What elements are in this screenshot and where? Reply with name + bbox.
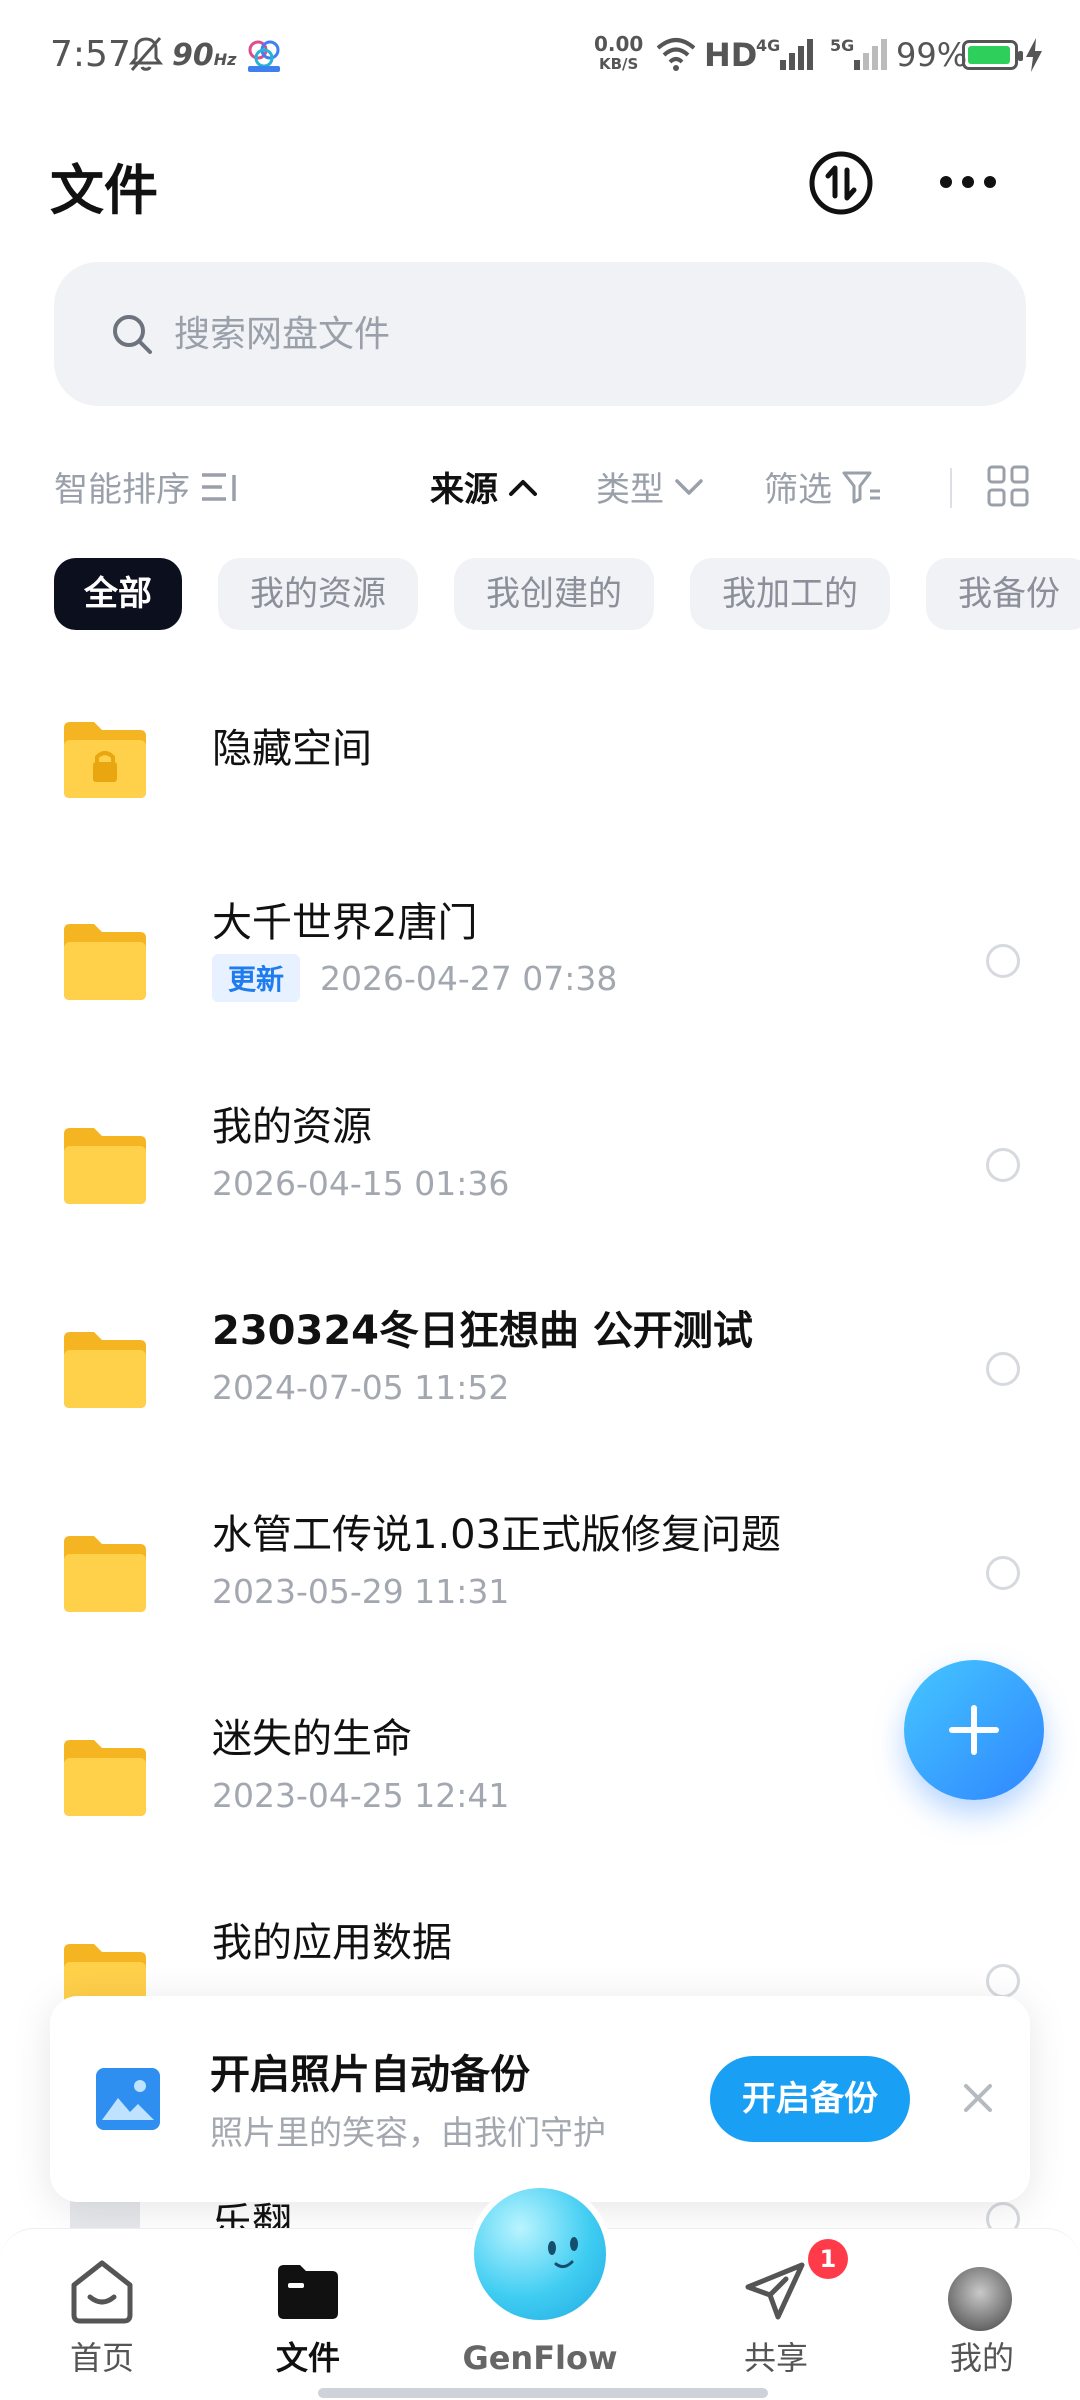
filter-button[interactable]: 筛选 [764,462,882,511]
nav-share-label: 共享 [743,2339,808,2377]
folder-icon [64,924,146,1000]
file-date: 2026-04-15 01:36 [212,1164,510,1203]
photo-icon [96,2068,160,2130]
nav-mine[interactable]: 我的 [902,2229,1062,2400]
file-row[interactable]: 水管工传说1.03正式版修复问题 2023-05-29 11:31 [0,1472,1080,1676]
signal-4g-icon: 4G [756,36,820,72]
select-checkbox[interactable] [986,944,1020,978]
wifi-icon [656,38,696,71]
nav-home[interactable]: 首页 [22,2229,182,2400]
file-name: 大千世界2唐门 [212,900,478,946]
file-row-hidden-space[interactable]: 隐藏空间 [0,660,1080,864]
nav-home-label: 首页 [69,2339,134,2377]
sort-button[interactable]: 智能排序 [54,462,242,511]
share-badge: 1 [808,2239,848,2279]
signal-5g-icon: 5G [830,36,894,72]
home-icon [71,2260,133,2324]
chip-processed[interactable]: 我加工的 [690,558,890,630]
grid-view-icon[interactable] [986,464,1030,508]
select-checkbox[interactable] [986,1148,1020,1182]
network-speed: 0.00 KB/S [594,32,644,73]
status-time: 7:57 [50,34,131,75]
search-icon [113,315,152,354]
type-label: 类型 [596,470,664,510]
sort-icon [202,472,236,501]
add-button[interactable] [904,1660,1044,1800]
search-box[interactable] [54,262,1026,406]
enable-backup-button[interactable]: 开启备份 [710,2056,910,2142]
backup-subtitle: 照片里的笑容，由我们守护 [210,2113,606,2152]
transfer-icon[interactable] [808,150,874,216]
nav-genflow-label: GenFlow [462,2339,618,2377]
file-row[interactable]: 我的资源 2026-04-15 01:36 [0,1064,1080,1268]
close-icon[interactable] [960,2080,996,2116]
bell-off-icon [128,37,164,71]
search-input[interactable] [174,302,954,366]
battery-icon [962,40,1023,70]
home-indicator[interactable] [318,2388,768,2398]
file-name: 隐藏空间 [212,726,372,772]
folder-icon [64,1128,146,1204]
plus-icon [949,1705,999,1755]
avatar [948,2267,1012,2331]
toolbar-divider [950,468,952,508]
genflow-app-icon [248,40,280,72]
chip-backup[interactable]: 我备份 [926,558,1080,630]
refresh-rate: 90Hz [172,38,237,73]
hd-indicator: HD [704,36,758,74]
genflow-button[interactable] [468,2182,612,2326]
file-name: 水管工传说1.03正式版修复问题 [212,1512,782,1558]
file-name: 我的资源 [212,1104,372,1150]
folder-icon [64,1740,146,1816]
source-filter[interactable]: 来源 [430,462,538,511]
locked-folder-icon [64,722,146,798]
folder-icon [64,1536,146,1612]
chip-all[interactable]: 全部 [54,558,182,630]
chevron-up-icon [509,479,537,496]
file-date: 2023-05-29 11:31 [212,1572,510,1611]
send-icon [745,2262,805,2320]
select-checkbox[interactable] [986,1556,1020,1590]
file-row[interactable]: 大千世界2唐门 更新 2026-04-27 07:38 [0,860,1080,1064]
update-tag: 更新 [212,954,301,1002]
funnel-icon [842,471,880,503]
chevron-down-icon [675,478,703,495]
status-bar: 7:57 90Hz 0.00 KB/S HD 4G 5G 99% [0,0,1080,110]
genflow-mascot-icon [474,2188,606,2320]
charging-icon [1026,38,1042,72]
file-name: 我的应用数据 [212,1920,452,1966]
select-checkbox[interactable] [986,1964,1020,1998]
folder-nav-icon [278,2265,338,2319]
type-filter[interactable]: 类型 [596,462,704,511]
file-date: 2023-04-25 12:41 [212,1776,510,1815]
file-meta: 更新 2026-04-27 07:38 [212,954,617,1002]
nav-mine-label: 我的 [949,2339,1014,2377]
more-icon[interactable] [936,160,1000,204]
photo-backup-banner: 开启照片自动备份 照片里的笑容，由我们守护 开启备份 [50,1996,1030,2202]
filter-label: 筛选 [764,470,832,510]
chip-created[interactable]: 我创建的 [454,558,654,630]
backup-title: 开启照片自动备份 [210,2052,530,2098]
page-title: 文件 [50,159,158,222]
chip-my-resources[interactable]: 我的资源 [218,558,418,630]
source-label: 来源 [430,470,498,510]
file-date: 2024-07-05 11:52 [212,1368,510,1407]
select-checkbox[interactable] [986,1352,1020,1386]
nav-files[interactable]: 文件 [228,2229,388,2400]
nav-share[interactable]: 1 共享 [696,2229,856,2400]
category-chips: 全部 我的资源 我创建的 我加工的 我备份 [54,558,1080,632]
sort-label: 智能排序 [54,470,190,510]
file-row[interactable]: 230324冬日狂想曲 公开测试 2024-07-05 11:52 [0,1268,1080,1472]
file-name: 迷失的生命 [212,1716,412,1762]
file-name: 230324冬日狂想曲 公开测试 [212,1308,753,1354]
nav-files-label: 文件 [275,2339,340,2377]
folder-icon [64,1332,146,1408]
file-date: 2026-04-27 07:38 [320,958,618,998]
battery-percent: 99% [896,36,968,74]
sort-filter-bar: 智能排序 来源 类型 筛选 [0,456,1080,516]
